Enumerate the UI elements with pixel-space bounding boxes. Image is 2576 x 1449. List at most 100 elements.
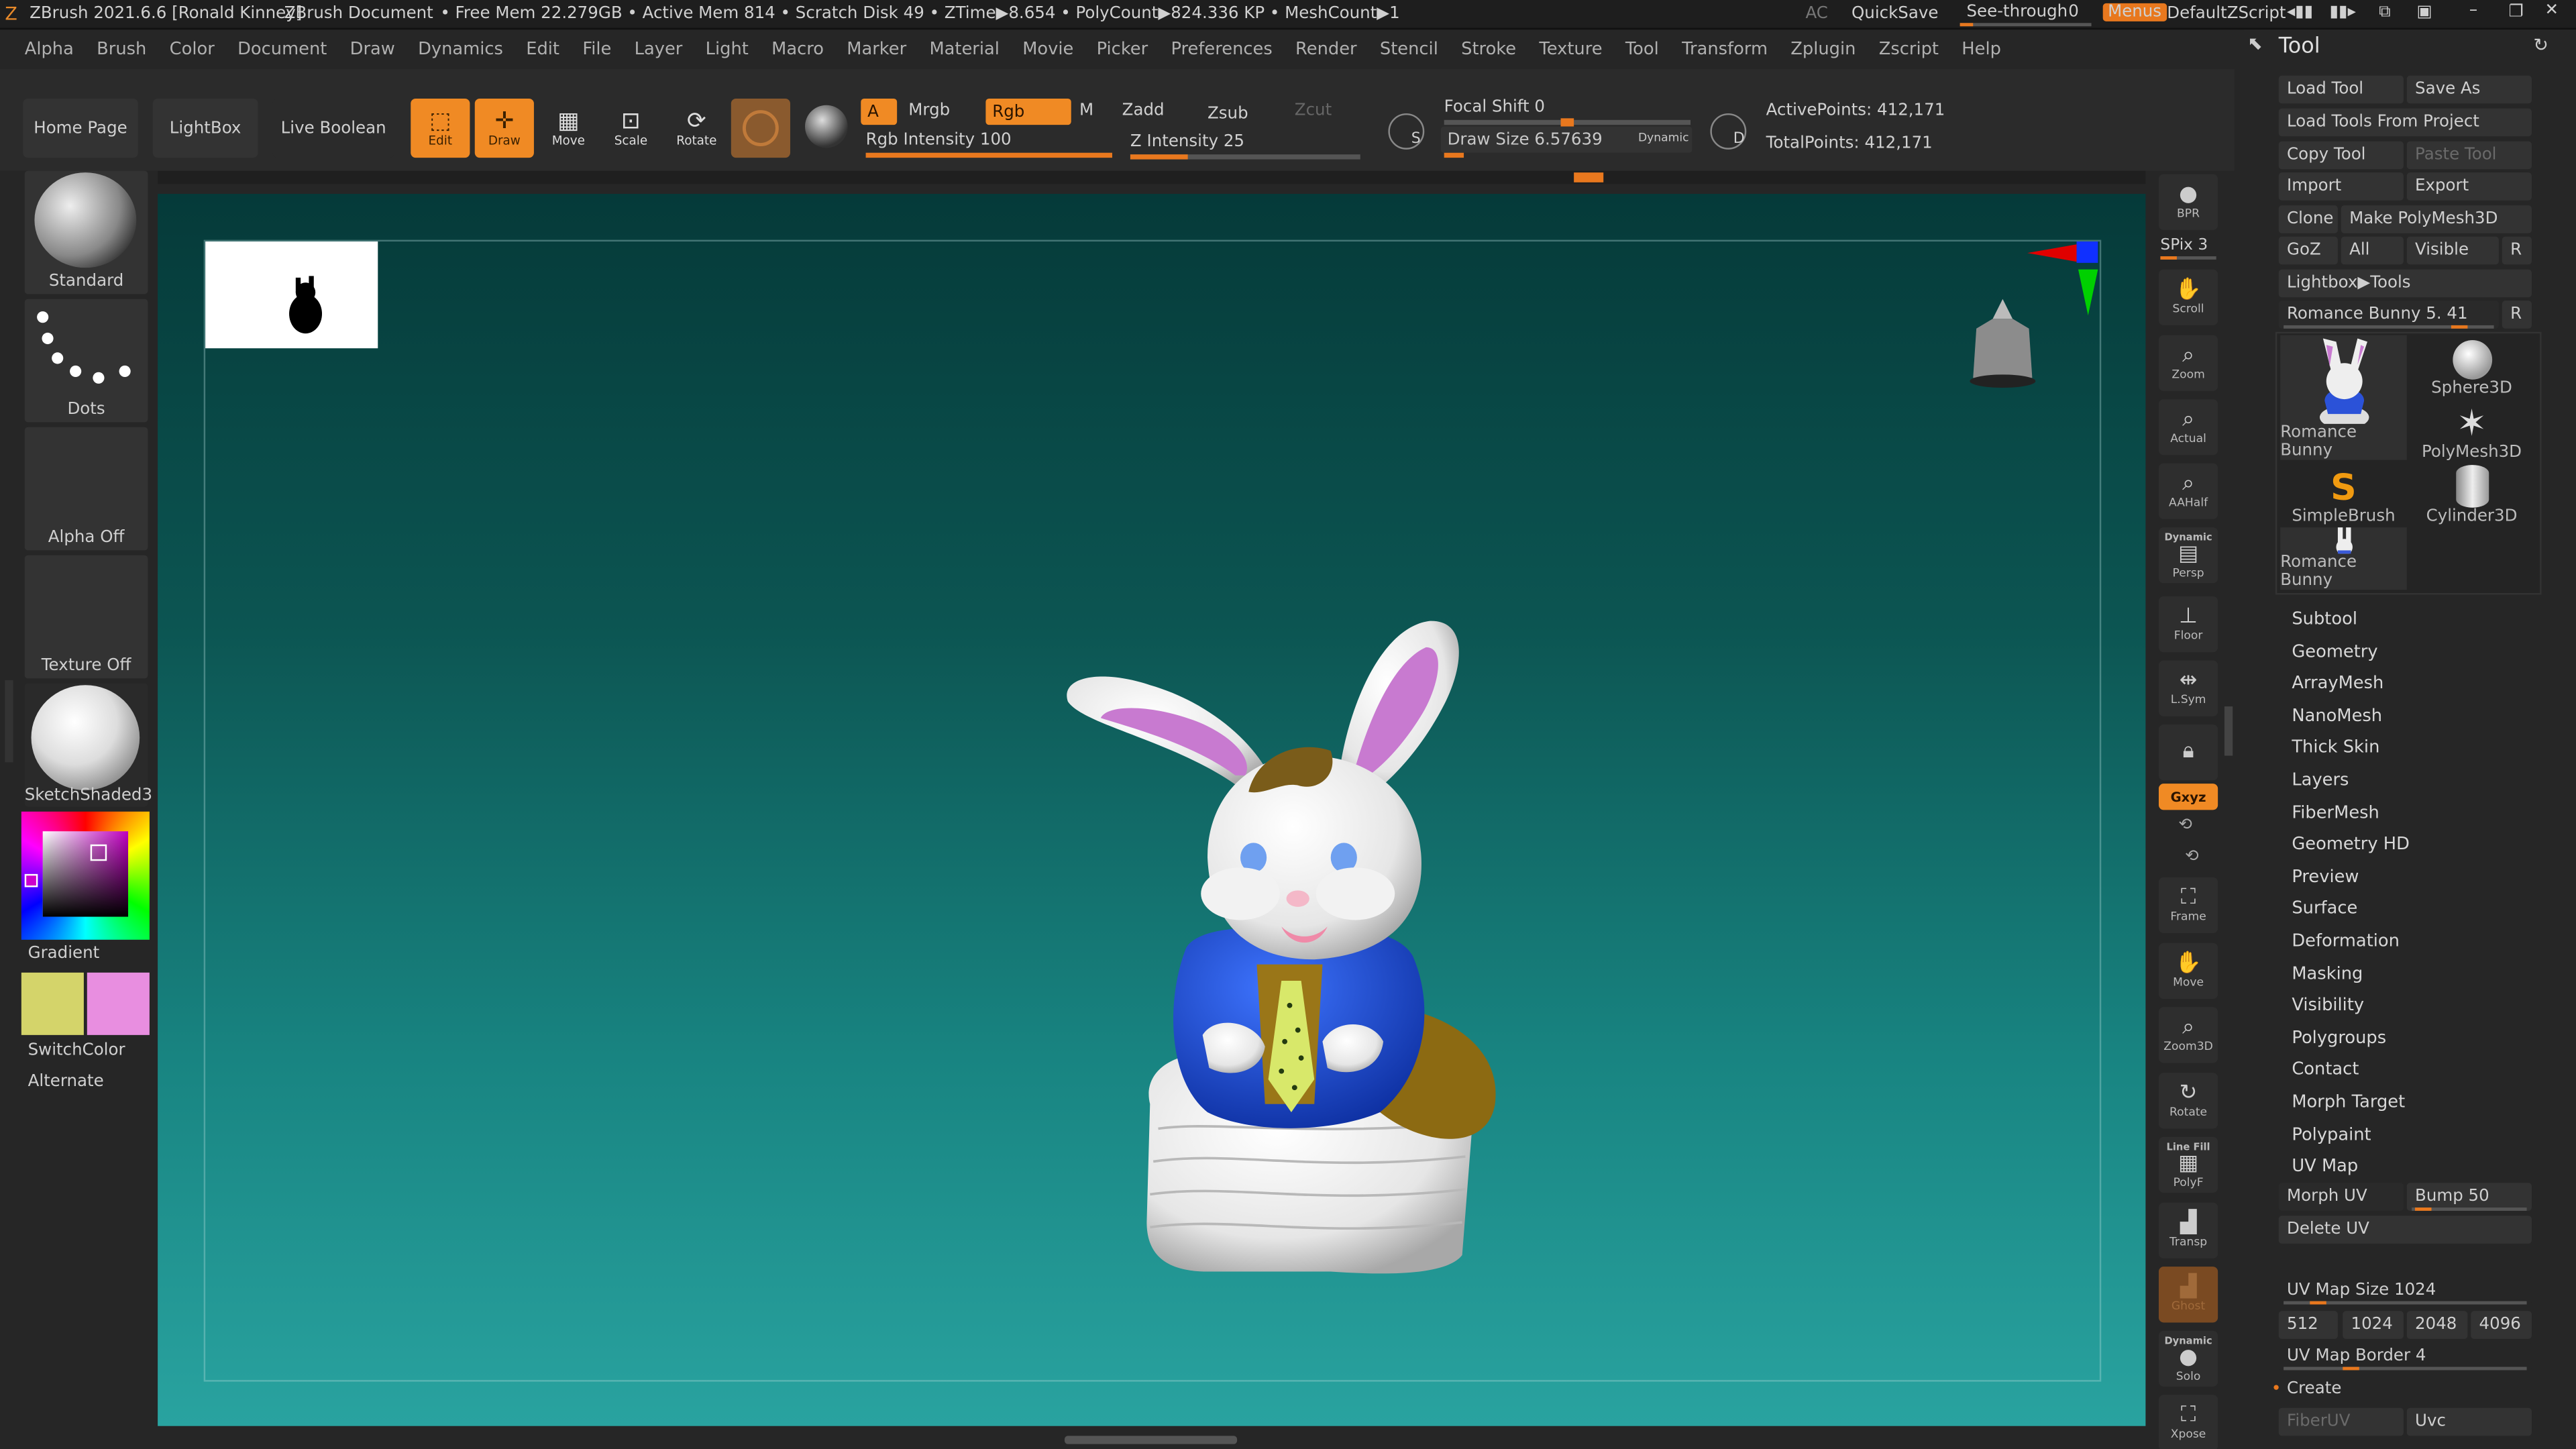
subpalette-polypaint[interactable]: Polypaint	[2292, 1125, 2371, 1144]
z-rotate-icon[interactable]: ⟲	[2185, 848, 2199, 866]
subpalette-morph-target[interactable]: Morph Target	[2292, 1093, 2405, 1112]
xpose-button[interactable]: ⛶ Xpose	[2158, 1395, 2218, 1449]
goz-all-button[interactable]: All	[2341, 236, 2404, 265]
alternate-button[interactable]: Alternate	[28, 1073, 104, 1091]
copy-tool-button[interactable]: Copy Tool	[2278, 141, 2404, 170]
menu-material[interactable]: Material	[929, 39, 999, 58]
tool-thumb-simplebrush[interactable]: S SimpleBrush	[2280, 464, 2407, 526]
subpalette-contact[interactable]: Contact	[2292, 1061, 2359, 1080]
morph-uv-button[interactable]: Morph UV	[2278, 1183, 2404, 1211]
import-button[interactable]: Import	[2278, 172, 2404, 201]
floor-button[interactable]: ⊥ Floor	[2158, 596, 2218, 653]
subpalette-uv-map[interactable]: UV Map	[2292, 1157, 2358, 1177]
menu-document[interactable]: Document	[237, 39, 327, 58]
subpalette-visibility[interactable]: Visibility	[2292, 996, 2364, 1016]
restore-icon[interactable]: ❐	[2509, 3, 2524, 21]
m-toggle[interactable]: M	[1079, 102, 1093, 120]
tool-thumb-romance-bunny[interactable]: Romance Bunny	[2280, 335, 2407, 460]
subpalette-masking[interactable]: Masking	[2292, 964, 2363, 983]
zadd-toggle[interactable]: Zadd	[1122, 102, 1165, 120]
menu-stencil[interactable]: Stencil	[1380, 39, 1438, 58]
mrgb-toggle[interactable]: Mrgb	[908, 102, 950, 120]
export-button[interactable]: Export	[2406, 172, 2532, 201]
goz-button[interactable]: GoZ	[2278, 236, 2338, 265]
tool-thumb-cylinder3d[interactable]: Cylinder3D	[2408, 464, 2535, 526]
bpr-button[interactable]: ● BPR	[2158, 174, 2218, 230]
polyf-button[interactable]: Line Fill ▦ PolyF	[2158, 1136, 2218, 1193]
scroll-button[interactable]: ✋ Scroll	[2158, 269, 2218, 325]
menu-dynamics[interactable]: Dynamics	[418, 39, 503, 58]
edit-mode-button[interactable]: ⬚ Edit	[411, 98, 470, 158]
lsym-button[interactable]: ⇹ L.Sym	[2158, 660, 2218, 716]
uv-size-4096-button[interactable]: 4096	[2471, 1311, 2532, 1339]
layout-icon[interactable]: ◂▮▮	[2287, 3, 2313, 21]
menu-transform[interactable]: Transform	[1682, 39, 1768, 58]
menu-render[interactable]: Render	[1295, 39, 1357, 58]
tool-thumb-romance-bunny-2[interactable]: Romance Bunny	[2280, 527, 2407, 590]
subpalette-preview[interactable]: Preview	[2292, 867, 2359, 887]
zoom3d-button[interactable]: ⌕ Zoom3D	[2158, 1007, 2218, 1063]
subpalette-deformation[interactable]: Deformation	[2292, 932, 2400, 951]
move-view-button[interactable]: ✋ Move	[2158, 943, 2218, 999]
navigation-thumbnail[interactable]	[205, 241, 378, 349]
draw-size-field[interactable]: Draw Size 6.57639 Dynamic	[1440, 126, 1693, 153]
home-page-button[interactable]: Home Page	[23, 98, 138, 158]
subpalette-fibermesh[interactable]: FiberMesh	[2292, 803, 2379, 822]
matcap-icon[interactable]	[805, 105, 848, 148]
menu-macro[interactable]: Macro	[771, 39, 824, 58]
bottom-tray-handle[interactable]	[1064, 1436, 1238, 1444]
load-tools-from-project-button[interactable]: Load Tools From Project	[2278, 108, 2532, 137]
uv-size-2048-button[interactable]: 2048	[2406, 1311, 2468, 1339]
lock-button[interactable]: 🔒︎	[2158, 724, 2218, 781]
subpalette-surface[interactable]: Surface	[2292, 900, 2357, 919]
menu-brush[interactable]: Brush	[97, 39, 146, 58]
zsub-toggle[interactable]: Zsub	[1208, 105, 1248, 123]
scale-mode-button[interactable]: ⊡ Scale	[601, 99, 660, 158]
zoom-button[interactable]: ⌕ Zoom	[2158, 335, 2218, 391]
tool-thumb-sphere3d[interactable]: Sphere3D	[2408, 335, 2535, 398]
see-through-label[interactable]: See-through	[1966, 3, 2068, 21]
left-tray-handle[interactable]	[5, 680, 13, 763]
fiberuv-button[interactable]: FiberUV	[2278, 1407, 2404, 1436]
zcut-toggle[interactable]: Zcut	[1295, 102, 1332, 120]
default-zscript-button[interactable]: DefaultZScript	[2167, 5, 2286, 23]
bump-slider[interactable]: Bump 50	[2406, 1183, 2532, 1211]
subpalette-polygroups[interactable]: Polygroups	[2292, 1028, 2386, 1048]
menus-toggle[interactable]: Menus	[2102, 3, 2167, 21]
color-picker[interactable]	[21, 811, 150, 940]
romance-bunny-model[interactable]	[1051, 611, 1511, 1285]
tool-thumb-polymesh3d[interactable]: ✶ PolyMesh3D	[2408, 399, 2535, 462]
goz-visible-button[interactable]: Visible	[2406, 236, 2499, 265]
switchcolor-button[interactable]: SwitchColor	[28, 1042, 125, 1060]
menu-layer[interactable]: Layer	[635, 39, 683, 58]
lightbox-button[interactable]: LightBox	[152, 98, 258, 158]
make-polymesh3d-button[interactable]: Make PolyMesh3D	[2341, 205, 2532, 233]
menu-texture[interactable]: Texture	[1539, 39, 1602, 58]
menu-help[interactable]: Help	[1962, 39, 2001, 58]
subpalette-subtool[interactable]: Subtool	[2292, 610, 2357, 629]
main-color-swatch[interactable]	[21, 972, 84, 1035]
spix-slider[interactable]	[2160, 256, 2216, 260]
ui-layout-icon[interactable]: ⧉	[2379, 3, 2390, 21]
create-subpalette[interactable]: Create	[2287, 1380, 2341, 1398]
uv-size-512-button[interactable]: 512	[2278, 1311, 2338, 1339]
subpalette-layers[interactable]: Layers	[2292, 771, 2349, 790]
solo-button[interactable]: Dynamic ● Solo	[2158, 1330, 2218, 1387]
subpalette-geometry[interactable]: Geometry	[2292, 642, 2377, 661]
see-through-slider[interactable]	[1960, 23, 2092, 27]
tool-palette-title[interactable]: Tool	[2279, 34, 2320, 59]
lightbox-tools-button[interactable]: Lightbox▶Tools	[2278, 269, 2532, 298]
subpalette-nanomesh[interactable]: NanoMesh	[2292, 706, 2382, 726]
palette-arrow-icon[interactable]: ⬉	[2247, 33, 2263, 54]
uv-size-1024-button[interactable]: 1024	[2343, 1311, 2404, 1339]
menu-preferences[interactable]: Preferences	[1171, 39, 1272, 58]
menu-color[interactable]: Color	[170, 39, 215, 58]
menu-tool[interactable]: Tool	[1625, 39, 1659, 58]
save-as-button[interactable]: Save As	[2406, 75, 2532, 104]
current-tool-slider[interactable]: Romance Bunny 5. 41	[2278, 301, 2499, 329]
rgb-toggle[interactable]: Rgb	[985, 98, 1071, 125]
a-toggle[interactable]: A	[861, 98, 898, 125]
ui-color-icon[interactable]: ▣	[2416, 3, 2432, 21]
minimize-icon[interactable]: –	[2469, 1, 2477, 19]
palette-refresh-icon[interactable]: ↻	[2533, 34, 2548, 56]
